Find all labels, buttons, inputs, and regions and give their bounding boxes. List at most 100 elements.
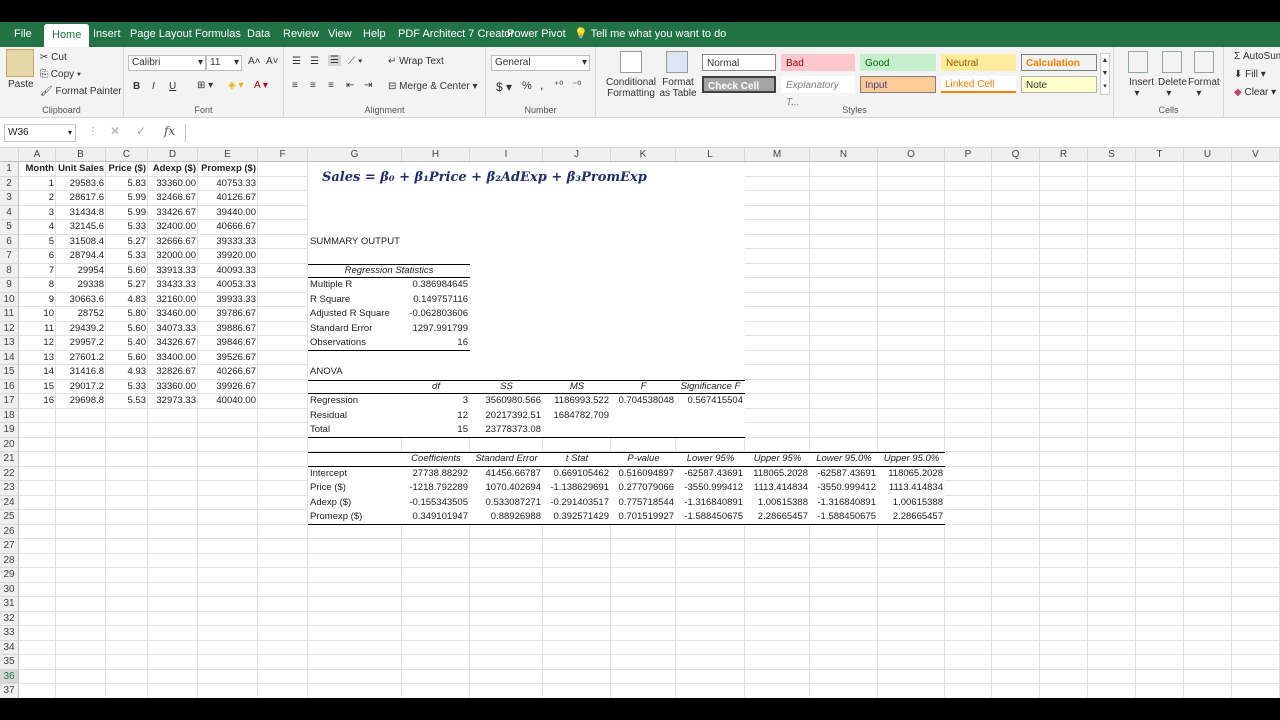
row-header-21[interactable]: 21	[0, 452, 19, 467]
data-cell[interactable]: 5.60	[106, 351, 148, 366]
data-cell[interactable]: 32160.00	[148, 293, 198, 308]
column-header-h[interactable]: H	[402, 148, 470, 162]
italic-button[interactable]: I	[152, 81, 155, 92]
data-cell[interactable]: 1	[19, 177, 56, 192]
orientation-icon[interactable]: ⟋ ▾	[348, 56, 363, 67]
data-header[interactable]: Promexp ($)	[198, 162, 258, 177]
data-cell[interactable]: 29338	[56, 278, 106, 293]
anova-value[interactable]: 12	[402, 409, 470, 424]
column-header-b[interactable]: B	[56, 148, 106, 162]
coef-value[interactable]: 2.28665457	[745, 510, 810, 525]
data-cell[interactable]: 5.99	[106, 191, 148, 206]
data-cell[interactable]: 14	[19, 365, 56, 380]
data-cell[interactable]: 39920.00	[198, 249, 258, 264]
data-cell[interactable]: 29957.2	[56, 336, 106, 351]
coef-value[interactable]: -0.155343505	[402, 496, 470, 511]
style-normal[interactable]: Normal	[702, 54, 776, 71]
anova-header[interactable]: SS	[470, 380, 543, 395]
coef-value[interactable]: 0.533087271	[470, 496, 543, 511]
anova-row-label[interactable]: Residual	[308, 409, 402, 424]
data-cell[interactable]: 40093.33	[198, 264, 258, 279]
data-cell[interactable]: 40753.33	[198, 177, 258, 192]
column-header-m[interactable]: M	[745, 148, 810, 162]
font-shrink-icon[interactable]: A˅	[266, 56, 279, 67]
row-header-12[interactable]: 12	[0, 321, 19, 336]
row-header-3[interactable]: 3	[0, 191, 19, 206]
style-explanatory[interactable]: Explanatory T...	[781, 76, 855, 108]
coef-value[interactable]: 41456.66787	[470, 467, 543, 482]
data-cell[interactable]: 39846.67	[198, 336, 258, 351]
data-cell[interactable]: 32400.00	[148, 220, 198, 235]
coef-value[interactable]: -0.291403517	[543, 496, 611, 511]
font-name-select[interactable]: Calibri ▾	[128, 55, 206, 71]
style-bad[interactable]: Bad	[781, 54, 855, 71]
copy-button[interactable]: ⎘ Copy ▾	[40, 69, 81, 80]
align-middle-icon[interactable]: ☰	[310, 56, 319, 67]
data-cell[interactable]: 29439.2	[56, 322, 106, 337]
formula-input[interactable]	[185, 124, 1280, 142]
row-header-7[interactable]: 7	[0, 249, 19, 264]
data-cell[interactable]: 5.53	[106, 394, 148, 409]
row-header-19[interactable]: 19	[0, 423, 19, 438]
data-cell[interactable]: 5.27	[106, 235, 148, 250]
align-bottom-icon[interactable]: ☰	[328, 55, 341, 66]
row-header-33[interactable]: 33	[0, 626, 19, 641]
data-cell[interactable]: 33400.00	[148, 351, 198, 366]
row-header-1[interactable]: 1	[0, 162, 19, 177]
enter-icon[interactable]: ✓	[136, 124, 146, 138]
coef-value[interactable]: 1113.414834	[745, 481, 810, 496]
select-all-corner[interactable]	[0, 148, 19, 162]
coef-value[interactable]: -62587.43691	[810, 467, 878, 482]
data-cell[interactable]: 5.33	[106, 380, 148, 395]
anova-value[interactable]: 0.567415504	[676, 394, 745, 409]
row-header-37[interactable]: 37	[0, 684, 19, 698]
coef-value[interactable]: 27738.88292	[402, 467, 470, 482]
coef-header[interactable]: Standard Error	[470, 452, 543, 467]
row-header-30[interactable]: 30	[0, 582, 19, 597]
coef-row-label[interactable]: Promexp ($)	[308, 510, 402, 525]
row-header-29[interactable]: 29	[0, 568, 19, 583]
data-cell[interactable]: 33460.00	[148, 307, 198, 322]
row-header-10[interactable]: 10	[0, 292, 19, 307]
data-cell[interactable]: 7	[19, 264, 56, 279]
data-cell[interactable]: 32666.67	[148, 235, 198, 250]
anova-row-label[interactable]: Regression	[308, 394, 402, 409]
data-cell[interactable]: 33426.67	[148, 206, 198, 221]
coef-value[interactable]: -3550.999412	[676, 481, 745, 496]
style-good[interactable]: Good	[860, 54, 936, 71]
format-as-table-button[interactable]: Format as Table	[656, 77, 700, 99]
data-cell[interactable]: 40053.33	[198, 278, 258, 293]
coef-header[interactable]: Upper 95.0%	[878, 452, 945, 467]
anova-header[interactable]: df	[402, 380, 470, 395]
coef-value[interactable]: 0.392571429	[543, 510, 611, 525]
data-cell[interactable]: 5.80	[106, 307, 148, 322]
increase-indent-icon[interactable]: ⇥	[364, 80, 372, 91]
data-cell[interactable]: 8	[19, 278, 56, 293]
column-header-q[interactable]: Q	[992, 148, 1040, 162]
data-cell[interactable]: 39786.67	[198, 307, 258, 322]
tab-home[interactable]: Home	[44, 24, 90, 47]
data-cell[interactable]: 15	[19, 380, 56, 395]
format-painter-button[interactable]: 🖌 Format Painter	[40, 86, 122, 97]
anova-value[interactable]: 15	[402, 423, 470, 438]
column-header-s[interactable]: S	[1088, 148, 1136, 162]
anova-value[interactable]: 20217392.51	[470, 409, 543, 424]
data-cell[interactable]: 5.60	[106, 264, 148, 279]
data-cell[interactable]: 31434.8	[56, 206, 106, 221]
row-header-25[interactable]: 25	[0, 510, 19, 525]
data-cell[interactable]: 29698.8	[56, 394, 106, 409]
coef-header[interactable]: Upper 95%	[745, 452, 810, 467]
row-header-16[interactable]: 16	[0, 379, 19, 394]
align-top-icon[interactable]: ☰	[292, 56, 301, 67]
row-header-27[interactable]: 27	[0, 539, 19, 554]
coef-value[interactable]: 1.00615388	[878, 496, 945, 511]
tab-data[interactable]: Data	[239, 22, 278, 47]
data-cell[interactable]: 4.93	[106, 365, 148, 380]
reg-stat-value[interactable]: 0.386984645	[402, 278, 470, 293]
cancel-icon[interactable]: ✕	[110, 124, 120, 138]
coef-value[interactable]: 0.775718544	[611, 496, 676, 511]
style-neutral[interactable]: Neutral	[941, 54, 1016, 71]
data-cell[interactable]: 32826.67	[148, 365, 198, 380]
row-header-8[interactable]: 8	[0, 263, 19, 278]
row-header-18[interactable]: 18	[0, 408, 19, 423]
